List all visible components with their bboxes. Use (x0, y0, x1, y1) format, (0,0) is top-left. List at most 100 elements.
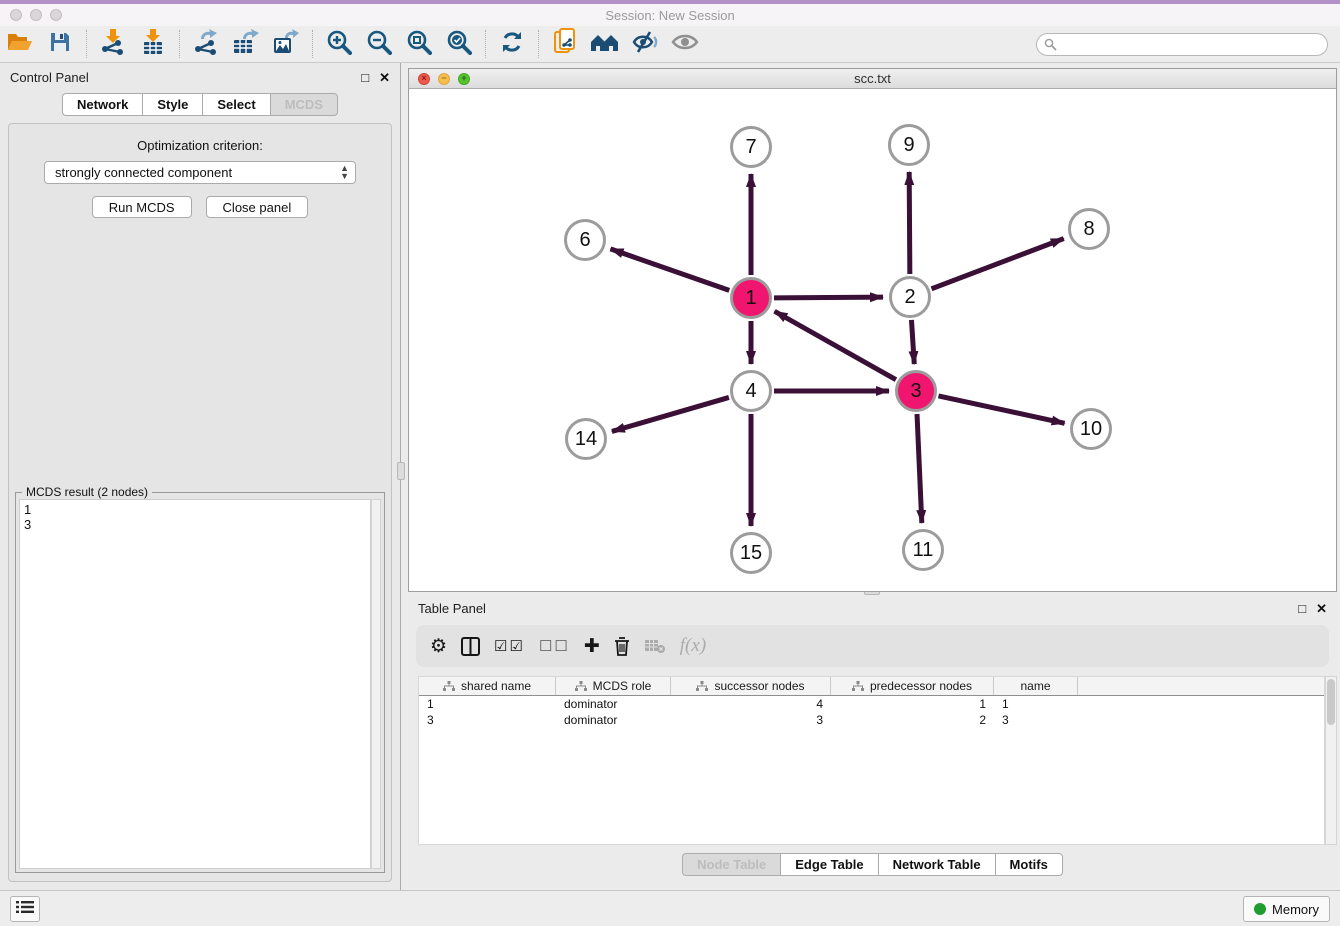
import-network-button[interactable] (93, 28, 133, 60)
node-9[interactable]: 9 (888, 124, 930, 166)
edge-1-6[interactable] (610, 249, 729, 291)
window-titlebar: Session: New Session (0, 4, 1340, 26)
trash-icon[interactable] (614, 637, 630, 656)
window-title: Session: New Session (0, 8, 1340, 23)
refresh-button[interactable] (492, 28, 532, 60)
tab-style[interactable]: Style (142, 93, 202, 116)
toolbar-separator (538, 30, 539, 58)
run-mcds-button[interactable]: Run MCDS (92, 196, 192, 218)
deselect-all-columns-button[interactable]: ☐☐ (539, 637, 570, 655)
mcds-panel: Optimization criterion: strongly connect… (8, 123, 392, 882)
network-window-title: scc.txt (409, 71, 1336, 86)
network-canvas[interactable]: 7 9 6 8 1 2 4 3 14 10 15 11 (409, 89, 1336, 591)
export-table-button[interactable] (226, 28, 266, 60)
task-history-button[interactable] (10, 896, 40, 922)
network-zoom-button[interactable]: + (458, 73, 470, 85)
edge-3-1[interactable] (775, 311, 896, 379)
tab-edge-table[interactable]: Edge Table (780, 853, 877, 876)
table-row[interactable]: 1dominator411 (419, 696, 1324, 712)
table-cell[interactable]: 1 (831, 697, 994, 711)
table-cell[interactable]: 3 (671, 713, 831, 727)
node-7[interactable]: 7 (730, 126, 772, 168)
tab-mcds[interactable]: MCDS (270, 93, 338, 116)
hide-label-button[interactable] (625, 28, 665, 60)
node-2[interactable]: 2 (889, 276, 931, 318)
table-cell[interactable]: 3 (419, 713, 556, 727)
network-close-button[interactable]: × (418, 73, 430, 85)
table-cell[interactable]: 1 (994, 697, 1078, 711)
zoom-in-button[interactable] (319, 28, 359, 60)
column-view-icon[interactable] (461, 637, 480, 656)
tab-network[interactable]: Network (62, 93, 142, 116)
table-cell[interactable]: 4 (671, 697, 831, 711)
column-header-MCDS-role[interactable]: MCDS role (556, 677, 671, 695)
table-cell[interactable]: 3 (994, 713, 1078, 727)
node-11[interactable]: 11 (902, 529, 944, 571)
zoom-selected-button[interactable] (439, 28, 479, 60)
add-column-button[interactable]: ✚ (584, 635, 600, 658)
search-field (1036, 33, 1328, 56)
home-icon (590, 31, 620, 58)
mcds-result-text[interactable]: 1 3 (19, 499, 371, 869)
tab-network-table[interactable]: Network Table (878, 853, 995, 876)
task-list-icon (16, 900, 34, 919)
edge-1-2[interactable] (774, 297, 883, 298)
close-panel-button[interactable]: Close panel (206, 196, 309, 218)
network-minimize-button[interactable]: − (438, 73, 450, 85)
close-panel-icon[interactable]: ✕ (379, 71, 390, 84)
node-15[interactable]: 15 (730, 532, 772, 574)
table-cell[interactable]: dominator (556, 713, 671, 727)
edge-2-8[interactable] (932, 239, 1064, 289)
tab-motifs[interactable]: Motifs (995, 853, 1063, 876)
node-3[interactable]: 3 (895, 370, 937, 412)
import-table-button[interactable] (133, 28, 173, 60)
zoom-fit-button[interactable] (399, 28, 439, 60)
edge-3-10[interactable] (938, 396, 1064, 423)
open-file-button[interactable] (0, 28, 40, 60)
export-network-button[interactable] (186, 28, 226, 60)
optimization-select[interactable]: strongly connected component ▲▼ (44, 161, 356, 184)
column-header-shared-name[interactable]: shared name (419, 677, 556, 695)
node-4[interactable]: 4 (730, 370, 772, 412)
column-header-predecessor-nodes[interactable]: predecessor nodes (831, 677, 994, 695)
edge-3-11[interactable] (917, 414, 922, 523)
zoom-out-button[interactable] (359, 28, 399, 60)
clone-network-icon (553, 28, 577, 61)
tab-node-table[interactable]: Node Table (682, 853, 780, 876)
select-all-columns-button[interactable]: ☑☑ (494, 637, 525, 655)
table-row[interactable]: 3dominator323 (419, 712, 1324, 728)
table-scrollbar[interactable] (1325, 676, 1337, 845)
vertical-splitter-handle[interactable] (397, 462, 405, 480)
main-toolbar (0, 26, 1340, 63)
result-scrollbar[interactable] (371, 499, 381, 869)
show-eye-button[interactable] (665, 28, 705, 60)
table-settings-button[interactable]: ⚙ (430, 635, 447, 658)
close-table-panel-icon[interactable]: ✕ (1316, 602, 1327, 615)
function-builder-button: f(x) (680, 635, 706, 657)
table-cell[interactable]: 2 (831, 713, 994, 727)
clone-network-button[interactable] (545, 28, 585, 60)
float-table-panel-icon[interactable]: □ (1298, 602, 1306, 615)
node-10[interactable]: 10 (1070, 408, 1112, 450)
column-header-name[interactable]: name (994, 677, 1078, 695)
table-cell[interactable]: 1 (419, 697, 556, 711)
search-input[interactable] (1036, 33, 1328, 56)
edge-2-3[interactable] (911, 320, 914, 364)
export-image-button[interactable] (266, 28, 306, 60)
delete-table-icon (644, 638, 666, 654)
node-8[interactable]: 8 (1068, 208, 1110, 250)
table-cell[interactable]: dominator (556, 697, 671, 711)
node-1[interactable]: 1 (730, 277, 772, 319)
edge-2-9[interactable] (909, 172, 910, 274)
save-session-button[interactable] (40, 28, 80, 60)
toolbar-separator (179, 30, 180, 58)
memory-button[interactable]: Memory (1243, 896, 1330, 922)
show-eye-icon (671, 31, 699, 58)
node-14[interactable]: 14 (565, 418, 607, 460)
edge-4-14[interactable] (612, 397, 729, 431)
node-6[interactable]: 6 (564, 219, 606, 261)
home-button[interactable] (585, 28, 625, 60)
float-panel-icon[interactable]: □ (361, 71, 369, 84)
column-header-successor-nodes[interactable]: successor nodes (671, 677, 831, 695)
tab-select[interactable]: Select (202, 93, 269, 116)
